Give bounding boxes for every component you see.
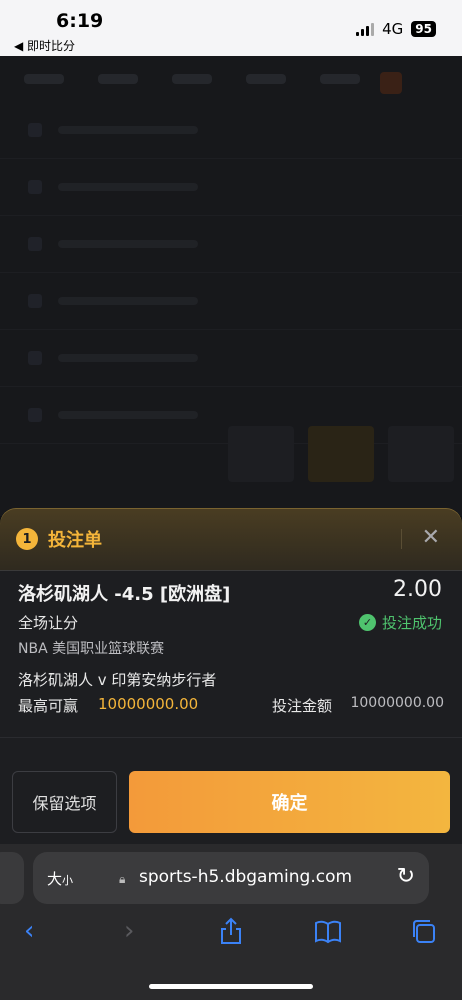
tabs-icon[interactable] xyxy=(410,916,438,953)
max-win-label: 最高可赢 xyxy=(18,697,79,715)
background-row xyxy=(0,273,462,330)
check-circle-icon: ✓ xyxy=(358,614,376,631)
league-name: NBA 美国职业篮球联赛 xyxy=(18,641,165,657)
background-logo xyxy=(380,72,402,94)
background-row xyxy=(0,216,462,273)
bookmarks-icon[interactable] xyxy=(313,916,343,953)
bet-slip-header: 1 投注单 ✕ xyxy=(0,508,462,571)
browser-toolbar: ‹ › xyxy=(0,916,462,952)
background-app-overlay xyxy=(0,56,462,516)
battery-icon: 95 xyxy=(411,21,436,37)
market-type: 全场让分 xyxy=(18,614,79,632)
background-row xyxy=(0,159,462,216)
bet-status-label: 投注成功 xyxy=(381,614,442,632)
stake-label: 投注金额 xyxy=(271,697,332,715)
previous-tab-peek[interactable] xyxy=(0,852,24,904)
match-name: 洛杉矶湖人 v 印第安纳步行者 xyxy=(18,671,217,689)
background-row xyxy=(0,102,462,159)
forward-arrow-icon[interactable]: › xyxy=(124,916,134,946)
background-odds xyxy=(228,426,454,482)
share-icon[interactable] xyxy=(218,916,244,953)
url-text[interactable]: sports-h5.dbgaming.com xyxy=(139,867,352,887)
bet-slip-title: 投注单 xyxy=(48,530,102,551)
back-arrow-icon[interactable]: ‹ xyxy=(24,916,34,946)
text-size-button[interactable]: 大小 xyxy=(47,868,73,889)
selection-odds: 2.00 xyxy=(393,577,442,602)
address-bar[interactable]: 大小 🔒︎ sports-h5.dbgaming.com ↻ xyxy=(33,852,429,904)
home-indicator xyxy=(149,984,313,989)
bet-status: ✓ 投注成功 xyxy=(358,612,442,633)
confirm-button[interactable]: 确定 xyxy=(129,771,450,833)
keep-selection-button[interactable]: 保留选项 xyxy=(12,771,117,833)
max-win-value: 10000000.00 xyxy=(98,695,199,713)
status-bar: 6:19 ◀ 即时比分 4G 95 xyxy=(0,0,462,56)
background-row xyxy=(0,330,462,387)
stake-value: 10000000.00 xyxy=(350,695,444,711)
network-label: 4G xyxy=(382,20,404,38)
back-to-app-link[interactable]: ◀ 即时比分 xyxy=(14,37,75,54)
browser-chrome: 大小 🔒︎ sports-h5.dbgaming.com ↻ ‹ › xyxy=(0,844,462,1000)
status-time: 6:19 xyxy=(56,10,104,32)
lock-icon: 🔒︎ xyxy=(119,872,126,886)
close-icon[interactable]: ✕ xyxy=(422,526,440,550)
divider xyxy=(0,737,462,738)
selection-name: 洛杉矶湖人 -4.5 [欧洲盘] xyxy=(18,584,231,605)
bet-slip-panel: 1 投注单 ✕ 洛杉矶湖人 -4.5 [欧洲盘] 2.00 全场让分 ✓ 投注成… xyxy=(0,508,462,844)
status-indicators: 4G 95 xyxy=(356,20,436,38)
bet-count-badge: 1 xyxy=(16,528,38,550)
header-divider xyxy=(401,529,402,549)
reload-icon[interactable]: ↻ xyxy=(397,864,415,889)
signal-icon xyxy=(356,22,375,36)
